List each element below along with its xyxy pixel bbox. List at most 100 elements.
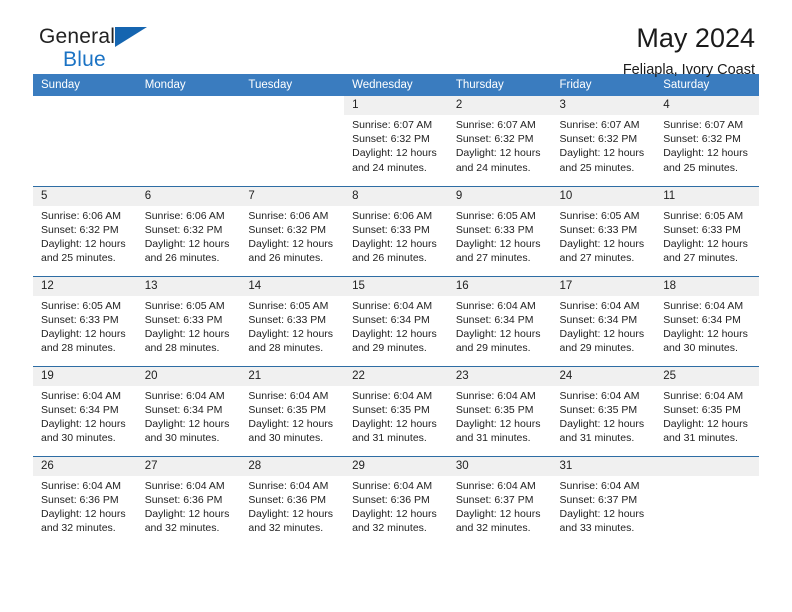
day-details: Sunrise: 6:04 AM Sunset: 6:34 PM Daylight:… [552,296,656,356]
calendar-day-cell[interactable]: 15 Sunrise: 6:04 AM Sunset: 6:34 PM Dayligh… [344,275,448,366]
day-number: 6 [136,186,241,206]
sunset-text: Sunset: 6:34 PM [144,403,223,416]
calendar-day-cell[interactable]: 2 Sunrise: 6:07 AM Sunset: 6:32 PM Daylight… [447,96,552,186]
daylight-text: Daylight: 12 hours and 31 minutes. [559,417,645,445]
sunrise-text: Sunrise: 6:05 AM [455,209,536,222]
daylight-text: Daylight: 12 hours and 30 minutes. [663,327,748,355]
calendar-day-cell[interactable]: 25 Sunrise: 6:04 AM Sunset: 6:35 PM Dayligh… [655,365,759,456]
day-cell-inner: 11 Sunrise: 6:05 AM Sunset: 6:33 PM Dayligh… [655,186,759,276]
calendar-day-cell[interactable]: 26 Sunrise: 6:04 AM Sunset: 6:36 PM Dayligh… [33,455,137,546]
calendar-day-cell[interactable]: 9 Sunrise: 6:05 AM Sunset: 6:33 PM Daylight… [447,185,552,276]
calendar-day-cell[interactable]: 19 Sunrise: 6:04 AM Sunset: 6:34 PM Dayligh… [33,365,137,456]
day-details: Sunrise: 6:06 AM Sunset: 6:33 PM Daylight:… [344,206,448,266]
calendar-day-cell[interactable]: 12 Sunrise: 6:05 AM Sunset: 6:33 PM Dayligh… [33,275,137,366]
day-details: Sunrise: 6:04 AM Sunset: 6:34 PM Daylight:… [448,296,552,356]
day-number: 11 [655,186,759,206]
sunset-text: Sunset: 6:34 PM [663,313,741,326]
calendar-day-cell[interactable]: 6 Sunrise: 6:06 AM Sunset: 6:32 PM Daylight… [136,185,241,276]
sunset-text: Sunset: 6:34 PM [455,313,534,326]
calendar-body: 1 Sunrise: 6:07 AM Sunset: 6:32 PM Daylight… [33,96,759,546]
calendar-day-cell[interactable]: 17 Sunrise: 6:04 AM Sunset: 6:34 PM Dayligh… [551,275,656,366]
sunset-text: Sunset: 6:33 PM [41,313,119,326]
calendar-day-cell[interactable]: 22 Sunrise: 6:04 AM Sunset: 6:35 PM Dayligh… [344,365,448,456]
weekday-header-monday: Monday [136,74,241,96]
sunset-text: Sunset: 6:35 PM [559,403,638,416]
sunrise-text: Sunrise: 6:04 AM [41,479,121,492]
daylight-text: Daylight: 12 hours and 31 minutes. [352,417,437,445]
day-cell-inner: 21 Sunrise: 6:04 AM Sunset: 6:35 PM Dayligh… [240,366,345,456]
calendar-day-cell[interactable]: 7 Sunrise: 6:06 AM Sunset: 6:32 PM Daylight… [240,185,345,276]
daylight-text: Daylight: 12 hours and 29 minutes. [455,327,541,355]
sunrise-text: Sunrise: 6:04 AM [455,479,536,492]
sunset-text: Sunset: 6:35 PM [248,403,327,416]
sunrise-text: Sunrise: 6:06 AM [352,209,433,222]
day-number: 16 [447,276,552,296]
day-details: Sunrise: 6:06 AM Sunset: 6:32 PM Daylight:… [240,206,344,266]
day-cell-inner: 19 Sunrise: 6:04 AM Sunset: 6:34 PM Dayligh… [33,366,137,456]
daylight-text: Daylight: 12 hours and 25 minutes. [41,237,126,265]
calendar-day-cell[interactable]: 8 Sunrise: 6:06 AM Sunset: 6:33 PM Daylight… [344,185,448,276]
day-number: 20 [136,366,241,386]
day-details: Sunrise: 6:04 AM Sunset: 6:35 PM Daylight:… [655,386,759,446]
calendar-day-cell[interactable]: 30 Sunrise: 6:04 AM Sunset: 6:37 PM Dayligh… [447,455,552,546]
sunset-text: Sunset: 6:37 PM [559,493,638,506]
calendar-day-cell[interactable]: 10 Sunrise: 6:05 AM Sunset: 6:33 PM Dayligh… [551,185,656,276]
calendar-day-cell[interactable]: 28 Sunrise: 6:04 AM Sunset: 6:36 PM Dayligh… [240,455,345,546]
day-details: Sunrise: 6:04 AM Sunset: 6:36 PM Daylight:… [240,476,344,536]
page-header: General Blue May 2024 Feliapla, Ivory Co… [33,0,759,78]
day-number: 12 [33,276,137,296]
sunrise-text: Sunrise: 6:06 AM [41,209,121,222]
triangle-flag-icon [115,27,147,47]
sunset-text: Sunset: 6:32 PM [352,133,430,146]
day-number: 7 [240,186,345,206]
calendar-day-cell[interactable]: 20 Sunrise: 6:04 AM Sunset: 6:34 PM Dayligh… [136,365,241,456]
calendar-day-cell[interactable]: 1 Sunrise: 6:07 AM Sunset: 6:32 PM Daylight… [344,96,448,186]
weekday-header-thursday: Thursday [447,74,552,96]
day-cell-inner: 5 Sunrise: 6:06 AM Sunset: 6:32 PM Daylight… [33,186,137,276]
calendar-day-cell[interactable]: 23 Sunrise: 6:04 AM Sunset: 6:35 PM Dayligh… [447,365,552,456]
day-number [33,96,137,115]
calendar-day-cell[interactable]: 16 Sunrise: 6:04 AM Sunset: 6:34 PM Dayligh… [447,275,552,366]
calendar-day-cell[interactable]: 31 Sunrise: 6:04 AM Sunset: 6:37 PM Dayligh… [551,455,656,546]
daylight-text: Daylight: 12 hours and 30 minutes. [41,417,126,445]
daylight-text: Daylight: 12 hours and 31 minutes. [663,417,748,445]
sunset-text: Sunset: 6:34 PM [352,313,430,326]
sunrise-text: Sunrise: 6:05 AM [41,299,121,312]
day-details: Sunrise: 6:07 AM Sunset: 6:32 PM Daylight:… [344,115,448,175]
calendar-day-cell[interactable]: 27 Sunrise: 6:04 AM Sunset: 6:36 PM Dayligh… [136,455,241,546]
brand-name-general: General [39,25,116,48]
location-subtitle: Feliapla, Ivory Coast [622,62,755,78]
day-details: Sunrise: 6:05 AM Sunset: 6:33 PM Daylight:… [552,206,656,266]
calendar-week-row: 5 Sunrise: 6:06 AM Sunset: 6:32 PM Daylight… [33,185,759,276]
calendar-day-cell[interactable]: 3 Sunrise: 6:07 AM Sunset: 6:32 PM Daylight… [551,96,656,186]
day-number: 13 [136,276,241,296]
daylight-text: Daylight: 12 hours and 26 minutes. [352,237,437,265]
sunset-text: Sunset: 6:36 PM [144,493,223,506]
day-cell-inner: 15 Sunrise: 6:04 AM Sunset: 6:34 PM Dayligh… [344,276,448,366]
day-cell-inner: 20 Sunrise: 6:04 AM Sunset: 6:34 PM Dayligh… [136,366,241,456]
day-number: 28 [240,456,345,476]
sunset-text: Sunset: 6:32 PM [144,223,223,236]
calendar-day-cell[interactable]: 24 Sunrise: 6:04 AM Sunset: 6:35 PM Dayligh… [551,365,656,456]
daylight-text: Daylight: 12 hours and 28 minutes. [144,327,230,355]
calendar-day-cell[interactable]: 4 Sunrise: 6:07 AM Sunset: 6:32 PM Daylight… [655,96,759,186]
sunrise-text: Sunrise: 6:04 AM [352,479,433,492]
day-cell-inner: 3 Sunrise: 6:07 AM Sunset: 6:32 PM Daylight… [551,96,656,186]
day-details: Sunrise: 6:04 AM Sunset: 6:34 PM Daylight:… [137,386,241,446]
sunrise-text: Sunrise: 6:04 AM [455,299,536,312]
calendar-day-cell[interactable]: 29 Sunrise: 6:04 AM Sunset: 6:36 PM Dayligh… [344,455,448,546]
day-cell-inner: 16 Sunrise: 6:04 AM Sunset: 6:34 PM Dayligh… [447,276,552,366]
calendar-day-cell[interactable]: 13 Sunrise: 6:05 AM Sunset: 6:33 PM Dayligh… [136,275,241,366]
calendar-day-cell[interactable]: 21 Sunrise: 6:04 AM Sunset: 6:35 PM Dayligh… [240,365,345,456]
day-cell-inner: 8 Sunrise: 6:06 AM Sunset: 6:33 PM Daylight… [344,186,448,276]
sunset-text: Sunset: 6:34 PM [41,403,119,416]
brand-logo: General Blue [39,25,147,70]
day-cell-inner: 22 Sunrise: 6:04 AM Sunset: 6:35 PM Dayligh… [344,366,448,456]
calendar-day-cell[interactable]: 5 Sunrise: 6:06 AM Sunset: 6:32 PM Daylight… [33,185,137,276]
day-cell-inner: 12 Sunrise: 6:05 AM Sunset: 6:33 PM Dayligh… [33,276,137,366]
calendar-day-cell[interactable]: 11 Sunrise: 6:05 AM Sunset: 6:33 PM Dayligh… [655,185,759,276]
calendar-day-cell[interactable]: 18 Sunrise: 6:04 AM Sunset: 6:34 PM Dayligh… [655,275,759,366]
daylight-text: Daylight: 12 hours and 27 minutes. [455,237,541,265]
calendar-day-cell[interactable]: 14 Sunrise: 6:05 AM Sunset: 6:33 PM Dayligh… [240,275,345,366]
day-cell-inner [240,96,344,186]
